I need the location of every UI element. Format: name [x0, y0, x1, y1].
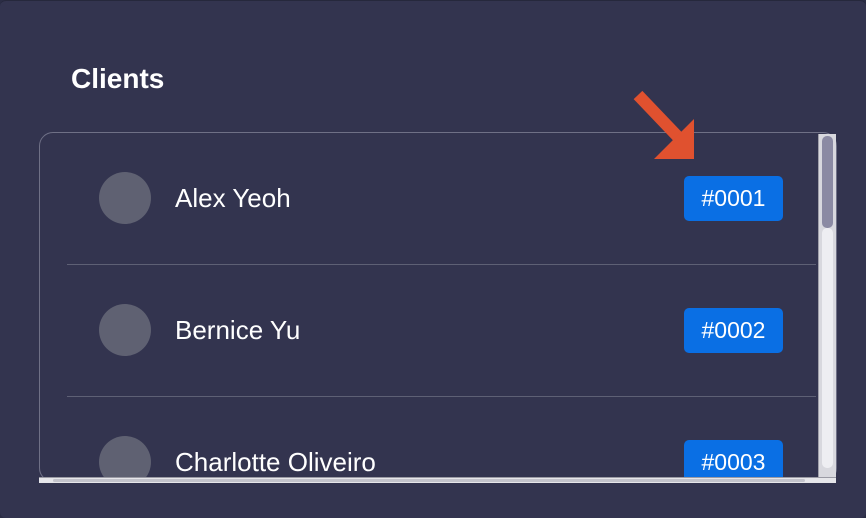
client-name: Alex Yeoh	[175, 183, 291, 213]
vertical-scrollbar[interactable]	[818, 134, 836, 478]
scrollbar-track[interactable]	[822, 228, 833, 468]
client-id-badge[interactable]: #0001	[684, 176, 783, 221]
arrow-annotation-icon	[633, 90, 694, 159]
client-name: Charlotte Oliveiro	[175, 447, 376, 477]
horizontal-scrollbar-thumb[interactable]	[53, 479, 805, 482]
client-id-badge[interactable]: #0003	[684, 440, 783, 479]
avatar	[99, 436, 151, 479]
client-id-badge[interactable]: #0002	[684, 308, 783, 353]
client-list: Alex Yeoh #0001 Bernice Yu #0002 Charlot…	[39, 132, 837, 482]
section-title: Clients	[71, 63, 165, 94]
client-list-viewport[interactable]: Alex Yeoh #0001 Bernice Yu #0002 Charlot…	[40, 133, 820, 479]
list-item[interactable]: Charlotte Oliveiro #0003	[67, 397, 816, 479]
avatar	[99, 172, 151, 224]
avatar	[99, 304, 151, 356]
client-name: Bernice Yu	[175, 315, 301, 345]
horizontal-scrollbar[interactable]	[39, 477, 836, 483]
scrollbar-thumb[interactable]	[822, 136, 833, 228]
list-item[interactable]: Bernice Yu #0002	[67, 265, 816, 397]
clients-panel: Clients Alex Yeoh #0001 Bernice Yu #0002…	[0, 0, 866, 518]
